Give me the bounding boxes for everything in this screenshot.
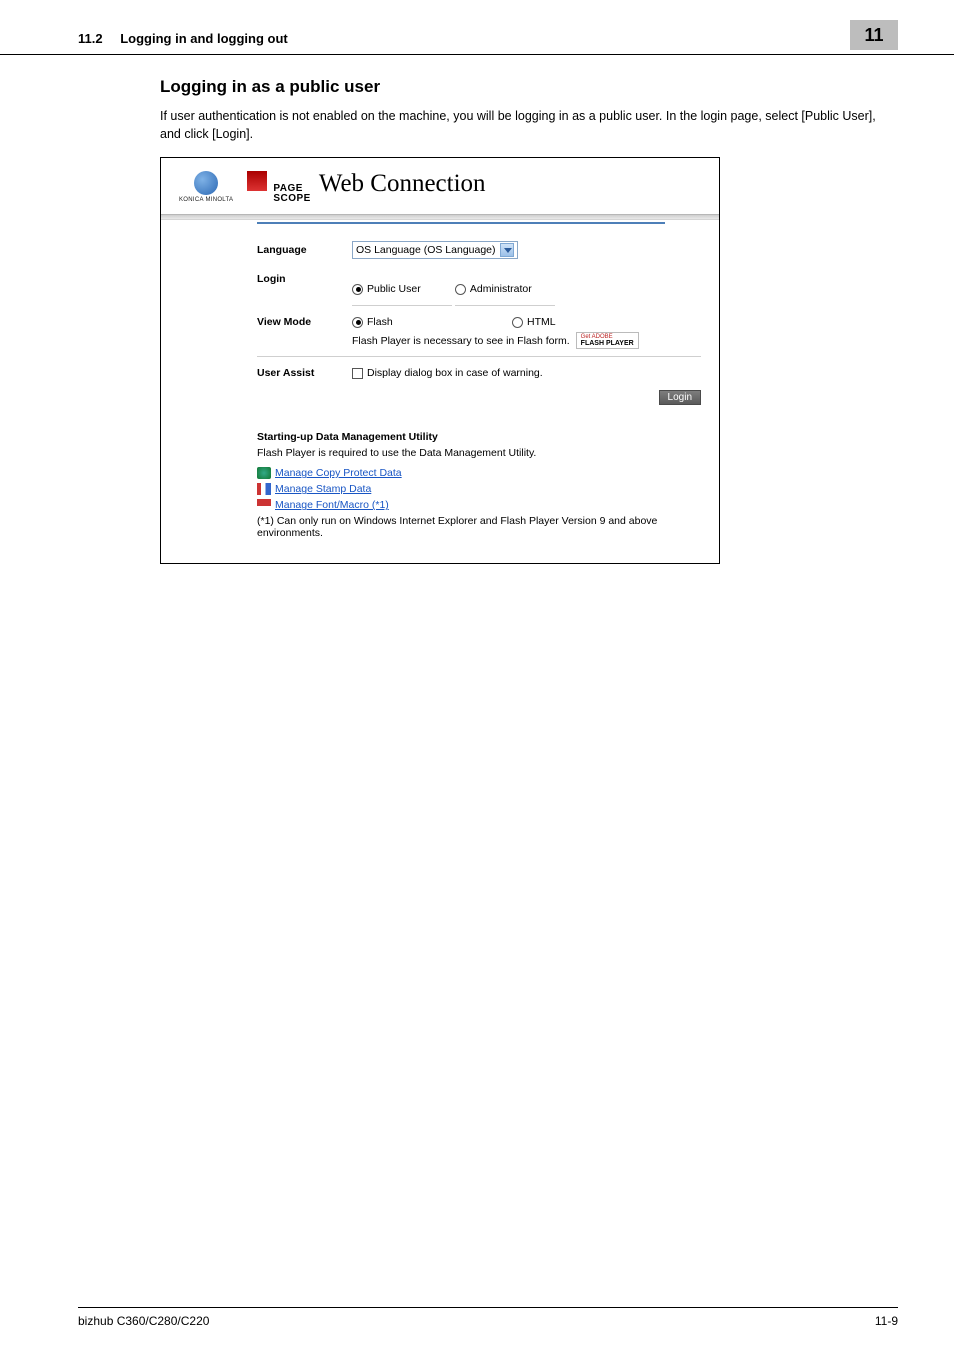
link-font-macro-label: Manage Font/Macro (*1)	[275, 499, 389, 511]
radio-html[interactable]: HTML	[512, 316, 612, 328]
globe-icon	[194, 171, 218, 195]
pagescope-logo: PAGE SCOPE Web Connection	[247, 170, 485, 204]
radio-admin-label: Administrator	[470, 283, 532, 295]
chapter-badge: 11	[850, 20, 898, 50]
radio-icon	[512, 317, 523, 328]
language-select[interactable]: OS Language (OS Language)	[352, 241, 518, 259]
pagescope-line2: SCOPE	[273, 194, 311, 204]
radio-icon	[352, 317, 363, 328]
login-label: Login	[257, 273, 352, 285]
radio-html-label: HTML	[527, 316, 556, 328]
link-font-macro[interactable]: Manage Font/Macro (*1)	[257, 499, 701, 511]
user-assist-checkbox[interactable]: Display dialog box in case of warning.	[352, 367, 543, 379]
view-mode-label: View Mode	[257, 316, 352, 328]
stamp-icon	[257, 483, 271, 495]
copy-protect-icon	[257, 467, 271, 479]
radio-administrator[interactable]: Administrator	[455, 273, 555, 306]
pagescope-icon	[247, 171, 267, 191]
utility-note: (*1) Can only run on Windows Internet Ex…	[257, 515, 701, 539]
radio-flash[interactable]: Flash	[352, 316, 452, 328]
konica-minolta-logo: KONICA MINOLTA	[179, 171, 233, 203]
utility-title: Starting-up Data Management Utility	[257, 431, 701, 443]
radio-public-label: Public User	[367, 283, 421, 295]
link-copy-protect-label: Manage Copy Protect Data	[275, 467, 402, 479]
link-stamp-label: Manage Stamp Data	[275, 483, 371, 495]
adobe-bot: FLASH PLAYER	[581, 340, 634, 347]
checkbox-icon	[352, 368, 363, 379]
link-copy-protect[interactable]: Manage Copy Protect Data	[257, 467, 701, 479]
utility-desc: Flash Player is required to use the Data…	[257, 447, 701, 459]
user-assist-text: Display dialog box in case of warning.	[367, 367, 543, 379]
running-header: 11.2 Logging in and logging out	[78, 31, 288, 50]
radio-flash-label: Flash	[367, 316, 393, 328]
language-select-value: OS Language (OS Language)	[356, 244, 496, 256]
font-macro-icon	[257, 499, 271, 511]
footer-model: bizhub C360/C280/C220	[78, 1314, 209, 1328]
radio-icon	[352, 284, 363, 295]
user-assist-label: User Assist	[257, 367, 352, 379]
web-connection-title: Web Connection	[319, 170, 486, 198]
section-title: Logging in and logging out	[120, 31, 288, 46]
section-number: 11.2	[78, 31, 103, 46]
screenshot-panel: KONICA MINOLTA PAGE SCOPE Web Connection…	[160, 157, 720, 564]
brand-text: KONICA MINOLTA	[179, 197, 233, 203]
flash-note: Flash Player is necessary to see in Flas…	[352, 335, 570, 347]
divider	[161, 214, 719, 220]
subheading: Logging in as a public user	[160, 77, 876, 97]
radio-icon	[455, 284, 466, 295]
adobe-flash-badge[interactable]: Get ADOBE FLASH PLAYER	[576, 332, 639, 349]
login-button[interactable]: Login	[659, 390, 701, 405]
chevron-down-icon	[500, 243, 514, 257]
link-stamp-data[interactable]: Manage Stamp Data	[257, 483, 701, 495]
language-label: Language	[257, 244, 352, 256]
intro-paragraph: If user authentication is not enabled on…	[160, 107, 876, 143]
radio-public-user[interactable]: Public User	[352, 280, 452, 306]
footer-page-number: 11-9	[875, 1314, 898, 1328]
